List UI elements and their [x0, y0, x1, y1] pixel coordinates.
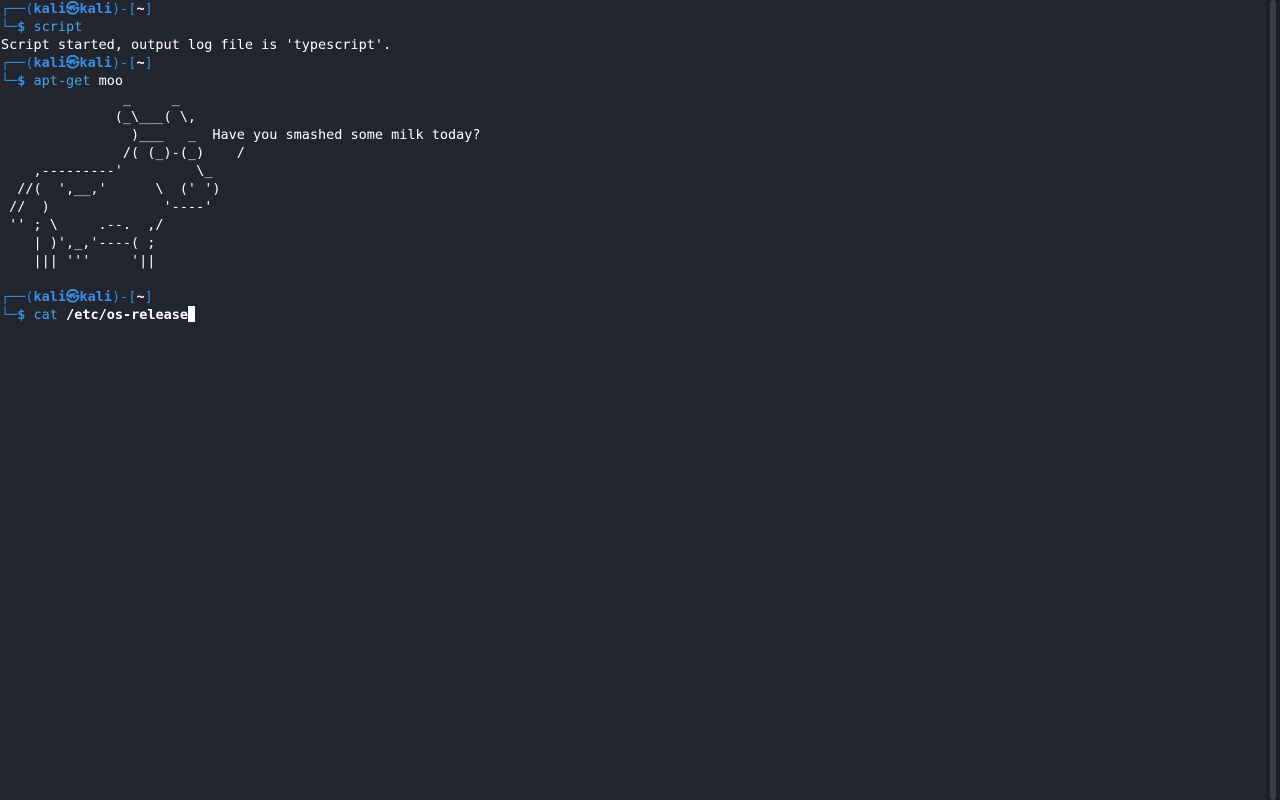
text-cursor [187, 306, 195, 322]
prompt-dollar: $ [17, 19, 34, 35]
prompt-user: kali㉿kali [33, 1, 113, 17]
prompt-directory: ~ [136, 289, 145, 305]
prompt-user: kali㉿kali [33, 289, 113, 305]
prompt-dollar: $ [17, 307, 34, 323]
prompt-directory: ~ [136, 55, 145, 71]
moo-ascii-art: _ _ (_\___( \, )___ _ Have you smashed s… [9, 91, 481, 269]
prompt-separator: )-[ [112, 55, 137, 71]
prompt-frame: └─ [1, 307, 18, 323]
scrollbar-thumb[interactable] [1270, 0, 1276, 800]
vertical-scrollbar[interactable] [1266, 0, 1280, 800]
prompt-frame: └─ [1, 73, 18, 89]
command-argument: /etc/os-release [66, 307, 188, 323]
prompt-directory: ~ [136, 1, 145, 17]
command-text: script [33, 19, 83, 35]
prompt-bracket-end: ] [144, 1, 153, 17]
prompt-frame: ┌──( [1, 55, 34, 71]
command-argument: moo [98, 73, 123, 89]
prompt-frame: └─ [1, 19, 18, 35]
prompt-line-top: ┌──(kali㉿kali)-[~] [1, 288, 1266, 306]
prompt-user: kali㉿kali [33, 55, 113, 71]
prompt-line-bottom[interactable]: └─$ cat /etc/os-release [1, 306, 1266, 324]
prompt-bracket-end: ] [144, 289, 153, 305]
command-text: apt-get [33, 73, 91, 89]
terminal-window[interactable]: ┌──(kali㉿kali)-[~] └─$ script Script sta… [0, 0, 1266, 800]
prompt-separator: )-[ [112, 289, 137, 305]
prompt-line-bottom: └─$ script [1, 18, 1266, 36]
command-output: Script started, output log file is 'type… [1, 37, 392, 53]
prompt-frame: ┌──( [1, 289, 34, 305]
prompt-line-top: ┌──(kali㉿kali)-[~] [1, 0, 1266, 18]
prompt-frame: ┌──( [1, 1, 34, 17]
prompt-dollar: $ [17, 73, 34, 89]
prompt-line-top: ┌──(kali㉿kali)-[~] [1, 54, 1266, 72]
prompt-bracket-end: ] [144, 55, 153, 71]
command-text: cat [33, 307, 58, 323]
prompt-separator: )-[ [112, 1, 137, 17]
prompt-line-bottom: └─$ apt-get moo [1, 72, 1266, 90]
